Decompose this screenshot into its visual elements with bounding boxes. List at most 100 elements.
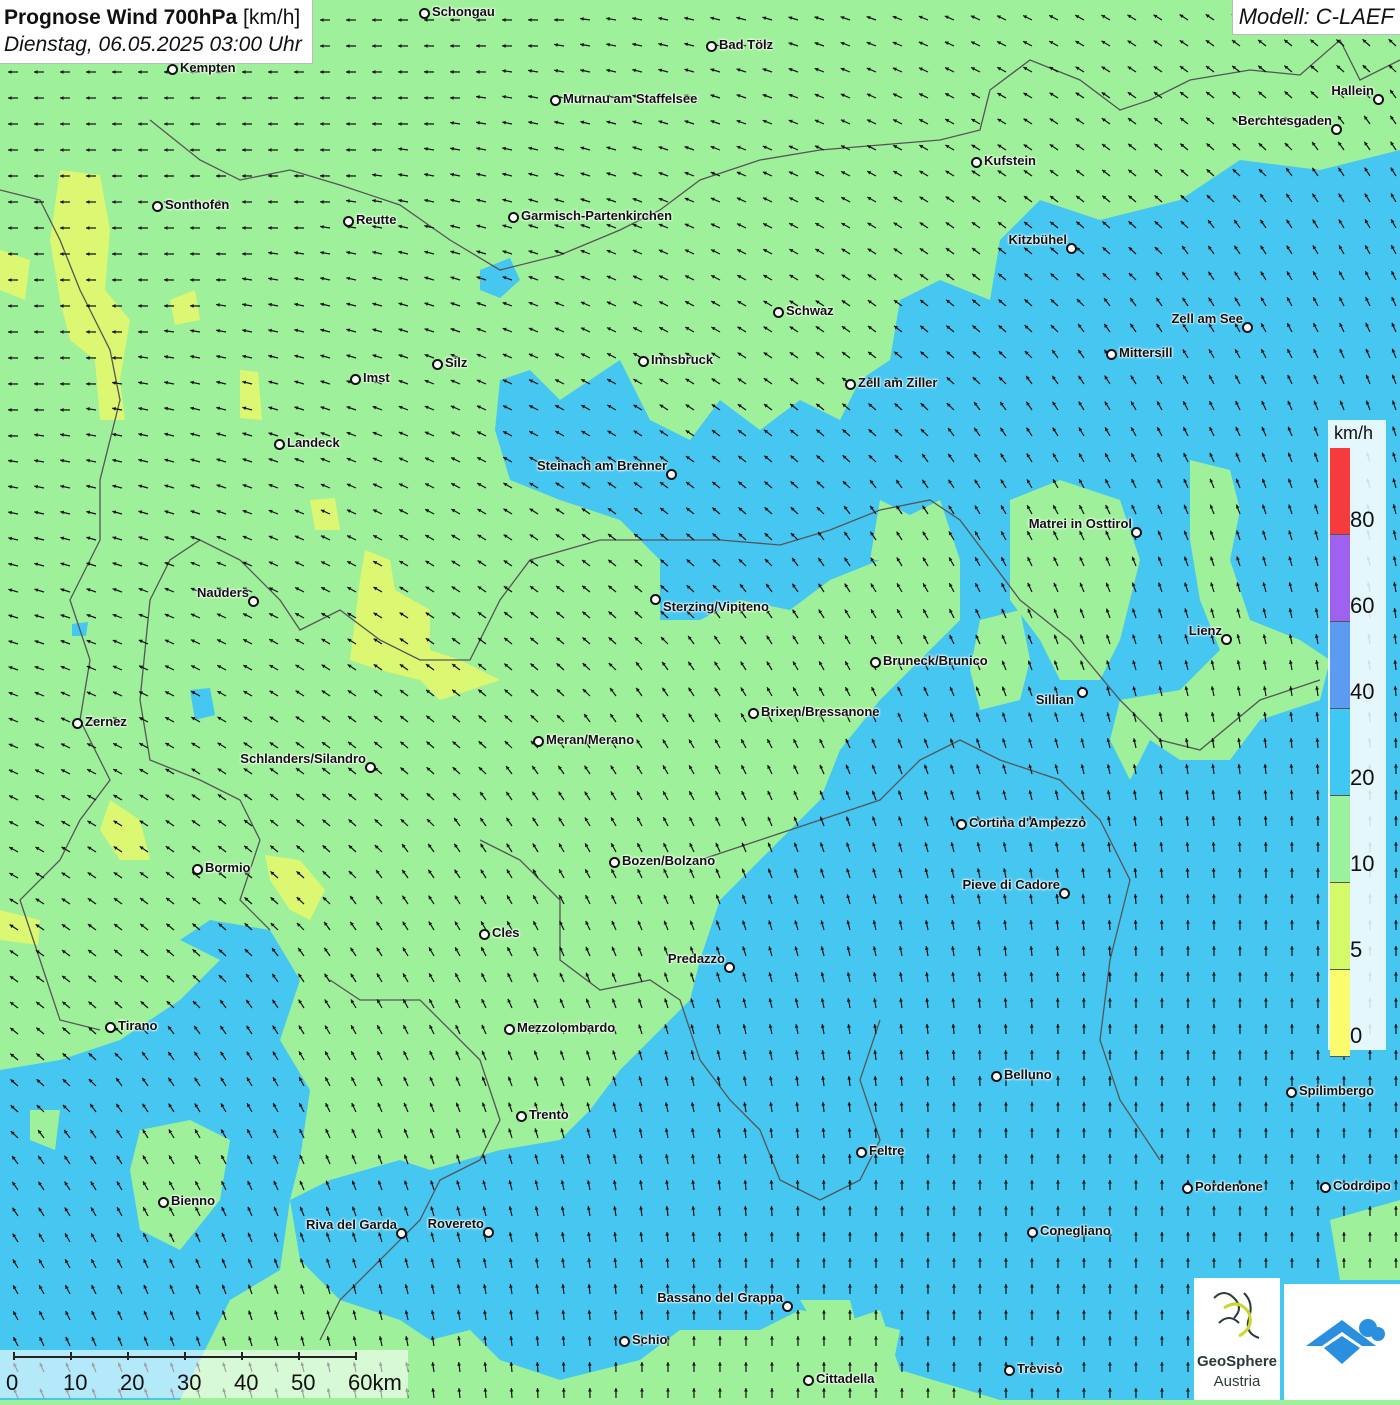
- city-marker[interactable]: [1242, 322, 1253, 333]
- city-label: Imst: [363, 370, 390, 385]
- city-marker[interactable]: [72, 718, 83, 729]
- city-marker[interactable]: [856, 1147, 867, 1158]
- city-marker[interactable]: [274, 439, 285, 450]
- city-label: Matrei in Osttirol: [1029, 516, 1132, 531]
- legend-label: 60: [1350, 593, 1374, 619]
- city-marker[interactable]: [1106, 349, 1117, 360]
- city-label: Garmisch-Partenkirchen: [521, 208, 672, 223]
- city-marker[interactable]: [619, 1336, 630, 1347]
- city-label: Mittersill: [1119, 345, 1172, 360]
- city-marker[interactable]: [724, 962, 735, 973]
- city-label: Codroipo: [1333, 1178, 1391, 1193]
- city-marker[interactable]: [396, 1228, 407, 1239]
- city-label: Cittadella: [816, 1371, 875, 1386]
- scale-label: 10: [63, 1370, 87, 1396]
- scale-tick: [13, 1352, 15, 1360]
- scale-tick: [127, 1352, 129, 1360]
- city-label: Belluno: [1004, 1067, 1052, 1082]
- city-marker[interactable]: [773, 307, 784, 318]
- legend-label: 80: [1350, 507, 1374, 533]
- city-marker[interactable]: [666, 469, 677, 480]
- city-marker[interactable]: [419, 8, 430, 19]
- city-marker[interactable]: [343, 216, 354, 227]
- city-marker[interactable]: [1331, 124, 1342, 135]
- legend-swatch: [1330, 883, 1350, 970]
- city-label: Steinach am Brenner: [537, 458, 667, 473]
- legend-swatch: [1330, 796, 1350, 883]
- legend-swatch: [1330, 448, 1350, 535]
- city-marker[interactable]: [1320, 1182, 1331, 1193]
- city-marker[interactable]: [991, 1071, 1002, 1082]
- legend-swatch: [1330, 535, 1350, 622]
- scale-label: 40: [234, 1370, 258, 1396]
- weather-app-logo: [1284, 1284, 1400, 1400]
- city-marker[interactable]: [504, 1024, 515, 1035]
- city-marker[interactable]: [483, 1227, 494, 1238]
- city-marker[interactable]: [971, 157, 982, 168]
- city-marker[interactable]: [1066, 243, 1077, 254]
- city-label: Pordenone: [1195, 1179, 1263, 1194]
- legend-swatch: [1330, 970, 1350, 1057]
- city-marker[interactable]: [609, 857, 620, 868]
- city-marker[interactable]: [508, 212, 519, 223]
- city-marker[interactable]: [706, 41, 717, 52]
- cloud-arrow-icon: [1284, 1284, 1400, 1400]
- city-marker[interactable]: [152, 201, 163, 212]
- city-marker[interactable]: [1077, 687, 1088, 698]
- city-label: Bassano del Grappa: [657, 1290, 783, 1305]
- geosphere-country: Austria: [1194, 1373, 1280, 1390]
- city-label: Bienno: [171, 1193, 215, 1208]
- city-marker[interactable]: [650, 594, 661, 605]
- city-label: Trento: [529, 1107, 569, 1122]
- city-label: Schongau: [432, 4, 495, 19]
- city-marker[interactable]: [1004, 1365, 1015, 1376]
- city-marker[interactable]: [432, 359, 443, 370]
- city-label: Hallein: [1331, 83, 1374, 98]
- city-marker[interactable]: [870, 657, 881, 668]
- city-marker[interactable]: [638, 356, 649, 367]
- city-marker[interactable]: [105, 1022, 116, 1033]
- city-marker[interactable]: [1182, 1183, 1193, 1194]
- city-marker[interactable]: [956, 819, 967, 830]
- city-label: Sonthofen: [165, 197, 229, 212]
- city-label: Cles: [492, 925, 519, 940]
- city-label: Bozen/Bolzano: [622, 853, 715, 868]
- city-marker[interactable]: [167, 64, 178, 75]
- city-label: Meran/Merano: [546, 732, 634, 747]
- scale-label: 30: [177, 1370, 201, 1396]
- city-label: Bad Tölz: [719, 37, 773, 52]
- city-label: Rovereto: [428, 1216, 484, 1231]
- scale-label: 60km: [348, 1370, 402, 1396]
- city-marker[interactable]: [365, 762, 376, 773]
- geosphere-logo: GeoSphere Austria: [1194, 1278, 1280, 1400]
- city-label: Bruneck/Brunico: [883, 653, 988, 668]
- city-marker[interactable]: [1027, 1227, 1038, 1238]
- city-marker[interactable]: [1059, 888, 1070, 899]
- city-marker[interactable]: [516, 1111, 527, 1122]
- city-marker[interactable]: [748, 708, 759, 719]
- city-marker[interactable]: [158, 1197, 169, 1208]
- city-marker[interactable]: [845, 379, 856, 390]
- city-marker[interactable]: [1131, 527, 1142, 538]
- city-label: Kitzbühel: [1009, 232, 1068, 247]
- city-marker[interactable]: [248, 596, 259, 607]
- city-marker[interactable]: [533, 736, 544, 747]
- city-marker[interactable]: [479, 929, 490, 940]
- city-marker[interactable]: [1373, 94, 1384, 105]
- city-marker[interactable]: [782, 1301, 793, 1312]
- city-label: Conegliano: [1040, 1223, 1111, 1238]
- city-marker[interactable]: [550, 95, 561, 106]
- scale-tick: [70, 1352, 72, 1360]
- geosphere-name: GeoSphere: [1194, 1353, 1280, 1370]
- map-title-box: Prognose Wind 700hPa [km/h] Dienstag, 06…: [0, 0, 313, 64]
- city-marker[interactable]: [192, 864, 203, 875]
- map-title-unit: [km/h]: [243, 6, 300, 29]
- city-marker[interactable]: [1221, 634, 1232, 645]
- city-marker[interactable]: [350, 374, 361, 385]
- city-marker[interactable]: [1286, 1087, 1297, 1098]
- legend-bar: [1330, 448, 1350, 1057]
- legend-label: 5: [1350, 937, 1362, 963]
- city-marker[interactable]: [803, 1375, 814, 1386]
- legend-unit: km/h: [1334, 423, 1373, 444]
- city-label: Treviso: [1017, 1361, 1063, 1376]
